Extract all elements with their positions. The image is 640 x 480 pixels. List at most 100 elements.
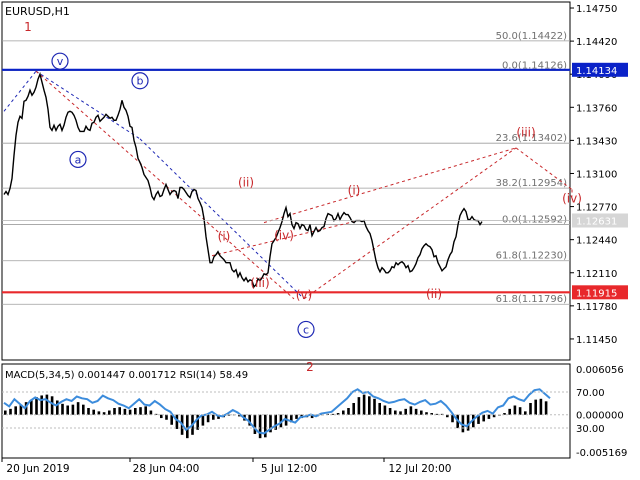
macd-bar xyxy=(399,411,402,415)
macd-bar xyxy=(357,397,361,415)
macd-bar xyxy=(14,406,17,415)
macd-bar xyxy=(394,410,397,415)
indicator-tick-label: 0.000000 xyxy=(576,411,624,422)
fib-level-label: 0.0(1.12592) xyxy=(502,214,567,225)
macd-bar xyxy=(186,414,189,439)
macd-bar xyxy=(378,402,381,415)
macd-bar xyxy=(149,410,153,415)
macd-bar xyxy=(409,406,413,415)
macd-bar xyxy=(529,402,532,415)
macd-bar xyxy=(97,411,101,415)
macd-bar xyxy=(383,405,387,415)
macd-bar xyxy=(35,397,38,415)
symbol-label: EURUSD,H1 xyxy=(5,5,70,18)
indicator-tick-label: -0.005169 xyxy=(576,448,627,459)
macd-bar xyxy=(414,408,418,415)
macd-bar xyxy=(66,405,69,415)
macd-bar xyxy=(165,414,168,420)
macd-bar xyxy=(524,411,527,415)
price-tick-label: 1.12770 xyxy=(576,203,617,214)
macd-bar xyxy=(368,396,371,415)
macd-bar xyxy=(45,394,49,415)
eurusd-h1-chart[interactable]: 50.0(1.14422)0.0(1.14126)23.6(1.13402)38… xyxy=(0,0,640,480)
fib-level-label: 61.8(1.12230) xyxy=(496,251,568,262)
macd-bar xyxy=(76,402,80,415)
indicator-tick-label: 0.006056 xyxy=(576,365,624,376)
fib-level-label: 38.2(1.12954) xyxy=(496,178,568,189)
price-tick-label: 1.13430 xyxy=(576,136,617,147)
fib-level-label: 61.8(1.11796) xyxy=(496,294,568,305)
price-tick-label: 1.12440 xyxy=(576,236,617,247)
macd-bar xyxy=(295,414,298,419)
macd-bar xyxy=(206,414,210,423)
price-tick-label: 1.11780 xyxy=(576,302,617,313)
price-tick-label: 1.13760 xyxy=(576,103,617,114)
macd-bar xyxy=(40,395,43,415)
wave-label-red: (i) xyxy=(218,230,231,244)
indicator-tick-label: 30.00 xyxy=(576,424,605,435)
macd-bar xyxy=(534,399,537,415)
macd-bar xyxy=(82,404,85,415)
macd-bar xyxy=(4,410,7,415)
price-tick-label: 1.11450 xyxy=(576,335,617,346)
wave-label-red: (v) xyxy=(296,288,312,302)
macd-bar xyxy=(134,408,137,415)
macd-bar xyxy=(108,410,111,415)
time-tick-label: 28 Jun 04:00 xyxy=(133,463,200,475)
time-axis: 20 Jun 2019 28 Jun 04:00 5 Jul 12:00 12 Jul… xyxy=(1,458,452,475)
price-tick-label: 1.13100 xyxy=(576,169,617,180)
time-tick-label: 20 Jun 2019 xyxy=(6,463,69,475)
wave-label-red: 1 xyxy=(24,20,32,34)
macd-bar xyxy=(50,396,54,415)
macd-bar xyxy=(388,408,392,415)
indicator-tick-label: 70.00 xyxy=(576,388,605,399)
time-tick-label: 12 Jul 20:00 xyxy=(389,463,452,475)
wave-label-red: (ii) xyxy=(238,176,254,190)
macd-bar xyxy=(160,414,163,419)
wave-label-red: (ii) xyxy=(426,287,442,301)
macd-bar xyxy=(92,409,95,415)
macd-bar xyxy=(373,398,376,415)
macd-bar xyxy=(71,404,75,415)
macd-bar xyxy=(539,398,543,415)
fib-level-label: 50.0(1.14422) xyxy=(496,31,568,42)
macd-bar xyxy=(404,408,407,415)
time-tick-label: 5 Jul 12:00 xyxy=(261,463,317,475)
wave-label-blue: b xyxy=(137,75,144,88)
price-tick-label: 1.14750 xyxy=(576,4,617,15)
level-price-tag-text: 1.14134 xyxy=(576,66,617,77)
wave-label-blue: a xyxy=(75,153,82,166)
wave-label-blue: c xyxy=(303,323,309,336)
macd-bar xyxy=(347,408,350,415)
macd-bar xyxy=(56,400,59,415)
macd-bar xyxy=(342,410,345,415)
wave-label-red: 2 xyxy=(306,360,314,374)
macd-bar xyxy=(87,408,90,415)
macd-bar xyxy=(258,414,262,439)
macd-bar xyxy=(352,402,355,415)
macd-bar xyxy=(212,414,215,420)
macd-bar xyxy=(544,401,548,415)
macd-bar xyxy=(518,407,522,415)
current-price-tag-text: 1.12631 xyxy=(576,217,617,228)
macd-bar xyxy=(362,394,366,415)
macd-bar xyxy=(61,403,64,415)
macd-bar xyxy=(139,407,142,415)
macd-bar xyxy=(144,406,147,415)
level-price-tag-text: 1.11915 xyxy=(576,288,617,299)
macd-bar xyxy=(508,408,511,415)
macd-bar xyxy=(482,414,485,422)
price-panel-frame xyxy=(1,1,571,361)
macd-bar xyxy=(420,410,423,415)
macd-bar xyxy=(253,414,257,434)
price-tick-label: 1.14420 xyxy=(576,37,617,48)
macd-bar xyxy=(513,405,517,415)
macd-bar xyxy=(113,408,116,415)
macd-bar xyxy=(487,414,491,419)
macd-bar xyxy=(128,409,132,415)
macd-bar xyxy=(175,414,179,429)
macd-bar xyxy=(118,407,121,415)
wave-label-red: (iv) xyxy=(274,229,294,243)
wave-label-red: (iii) xyxy=(516,125,535,139)
wave-label-blue: v xyxy=(57,55,64,68)
